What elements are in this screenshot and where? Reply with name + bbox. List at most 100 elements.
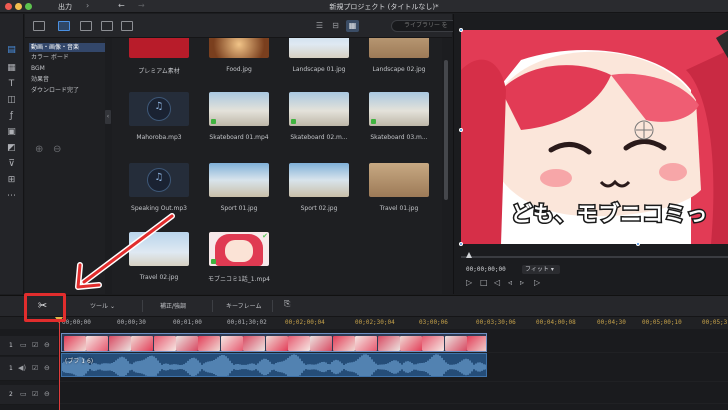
media-thumb-food[interactable]: [209, 38, 269, 58]
video-badge-icon: [211, 259, 216, 264]
filter-music-icon[interactable]: [121, 21, 133, 31]
list-view-button[interactable]: ☰: [313, 20, 326, 32]
track-header-video-1: 1 ▭ ☑ ⊖: [0, 336, 58, 356]
undo-icon[interactable]: ←: [118, 1, 125, 10]
title-room-icon[interactable]: T: [4, 78, 19, 91]
clip-properties-icon[interactable]: ⎘: [284, 299, 290, 309]
import-media-icon[interactable]: [33, 21, 45, 31]
clip-thumbnail: [86, 336, 109, 351]
step-forward-icon[interactable]: ▹: [520, 278, 524, 287]
chevron-right-icon[interactable]: ›: [86, 1, 89, 10]
filter-audio-video-icon[interactable]: [101, 21, 113, 31]
details-view-button[interactable]: ⊟: [329, 20, 342, 32]
ruler-label: 00;02;30;04: [355, 319, 395, 326]
track-enable-checkbox[interactable]: ☑: [32, 341, 38, 349]
category-media[interactable]: 動画・画像・音楽: [29, 43, 105, 52]
add-tag-icon[interactable]: ⊕: [35, 144, 43, 155]
resize-handle[interactable]: [459, 242, 463, 246]
category-bgm[interactable]: BGM: [29, 64, 105, 73]
collapse-panel-button[interactable]: ‹: [105, 110, 111, 124]
timeline-ruler[interactable]: 00;00;00 00;00;30 00;01;00 00;01;30;02 0…: [0, 317, 728, 329]
media-thumb-travel-01[interactable]: [369, 163, 429, 197]
keyframe-button[interactable]: キーフレーム: [226, 301, 261, 310]
resize-handle[interactable]: [459, 28, 463, 32]
music-note-icon: ♫: [154, 101, 164, 112]
video-track-icon: ▭: [20, 341, 27, 349]
media-room-icon[interactable]: ▤: [4, 44, 19, 57]
media-caption: Sport 01.jpg: [220, 205, 258, 212]
category-downloads[interactable]: ダウンロード完了: [29, 86, 105, 95]
category-color-board[interactable]: カラー ボード: [29, 53, 105, 62]
preview-frame[interactable]: ども、モブニコミっ: [461, 30, 728, 244]
preview-panel: ども、モブニコミっ 00;00;00;00 フィット ▾ ▷ □ ◁ ◃ ▹ ▷: [453, 14, 728, 294]
clip-thumbnail: [288, 336, 310, 351]
tools-menu[interactable]: ツール ⌄: [90, 301, 115, 310]
more-icon[interactable]: ⋯: [4, 190, 19, 203]
audio-clip[interactable]: (ブフ 1 6): [61, 353, 487, 377]
stop-icon[interactable]: □: [480, 278, 488, 287]
media-thumb-landscape-02[interactable]: [369, 38, 429, 58]
media-thumb-landscape-01[interactable]: [289, 38, 349, 58]
zoom-window-button[interactable]: [25, 3, 32, 10]
media-thumb-mahoroba[interactable]: ♫: [129, 92, 189, 126]
audio-track-icon: ◀): [18, 364, 27, 372]
filter-video-icon[interactable]: [58, 21, 70, 31]
media-thumb-skateboard-01[interactable]: [209, 92, 269, 126]
track-enable-checkbox[interactable]: ☑: [32, 364, 38, 372]
media-thumb-sport-01[interactable]: [209, 163, 269, 197]
video-track-lane-2[interactable]: [59, 384, 728, 404]
media-thumb-mobunikomi[interactable]: ✔: [209, 232, 269, 266]
paint-room-icon[interactable]: ⊽: [4, 158, 19, 171]
media-thumb-travel-02[interactable]: [129, 232, 189, 266]
media-thumb-premium[interactable]: [129, 38, 189, 58]
category-panel: 動画・画像・音楽 カラー ボード BGM 効果音 ダウンロード完了 ⊕ ⊖: [25, 38, 105, 294]
play-icon[interactable]: ▷: [466, 278, 472, 287]
video-clip[interactable]: [61, 333, 487, 352]
lock-icon[interactable]: ⊖: [44, 364, 50, 372]
clip-thumbnail: [355, 336, 378, 351]
video-badge-icon: [371, 119, 376, 124]
delete-tag-icon[interactable]: ⊖: [53, 144, 61, 155]
correct-enhance-button[interactable]: 補正/強調: [160, 301, 186, 310]
redo-icon[interactable]: →: [138, 1, 145, 10]
transition-room-icon[interactable]: ◫: [4, 94, 19, 107]
resize-handle[interactable]: [636, 242, 640, 246]
split-scissors-icon[interactable]: ✂: [38, 299, 47, 312]
video-badge-icon: [291, 119, 296, 124]
effect-room-icon[interactable]: ƒ: [4, 110, 19, 123]
media-thumb-skateboard-02[interactable]: [289, 92, 349, 126]
preview-scrub-bar[interactable]: [461, 256, 728, 258]
library-search-input[interactable]: [391, 20, 461, 32]
pip-room-icon[interactable]: ▣: [4, 126, 19, 139]
track-enable-checkbox[interactable]: ☑: [32, 390, 38, 398]
fit-dropdown[interactable]: フィット ▾: [522, 265, 560, 274]
library-scrollbar[interactable]: [444, 60, 448, 200]
lock-icon[interactable]: ⊖: [44, 390, 50, 398]
grid-view-button[interactable]: ▦: [346, 20, 359, 32]
filter-image-icon[interactable]: [80, 21, 92, 31]
step-back-icon[interactable]: ◃: [508, 278, 512, 287]
output-menu[interactable]: 出力: [58, 2, 72, 12]
particle-room-icon[interactable]: ◩: [4, 142, 19, 155]
previous-frame-icon[interactable]: ◁: [494, 278, 500, 287]
media-thumb-sport-02[interactable]: [289, 163, 349, 197]
next-frame-icon[interactable]: ▷: [534, 278, 540, 287]
clip-thumbnail: [467, 336, 486, 351]
waveform-path: [62, 354, 486, 376]
media-caption: プレミアム素材: [138, 68, 180, 75]
close-window-button[interactable]: [5, 3, 12, 10]
category-sound-effects[interactable]: 効果音: [29, 75, 105, 84]
ruler-label: 00;02;00;04: [285, 319, 325, 326]
media-thumb-skateboard-03[interactable]: [369, 92, 429, 126]
media-thumb-speaking-out[interactable]: ♫: [129, 163, 189, 197]
resize-handle[interactable]: [459, 128, 463, 132]
ruler-label: 00;01;30;02: [227, 319, 267, 326]
lock-icon[interactable]: ⊖: [44, 341, 50, 349]
playhead[interactable]: [59, 318, 60, 410]
subtitle-text: ども、モブニコミっ: [509, 201, 709, 228]
minimize-window-button[interactable]: [15, 3, 22, 10]
template-room-icon[interactable]: ▦: [4, 62, 19, 75]
add-room-icon[interactable]: ⊞: [4, 174, 19, 187]
preview-scrub-knob[interactable]: [466, 252, 472, 258]
clip-thumbnail: [265, 336, 288, 351]
